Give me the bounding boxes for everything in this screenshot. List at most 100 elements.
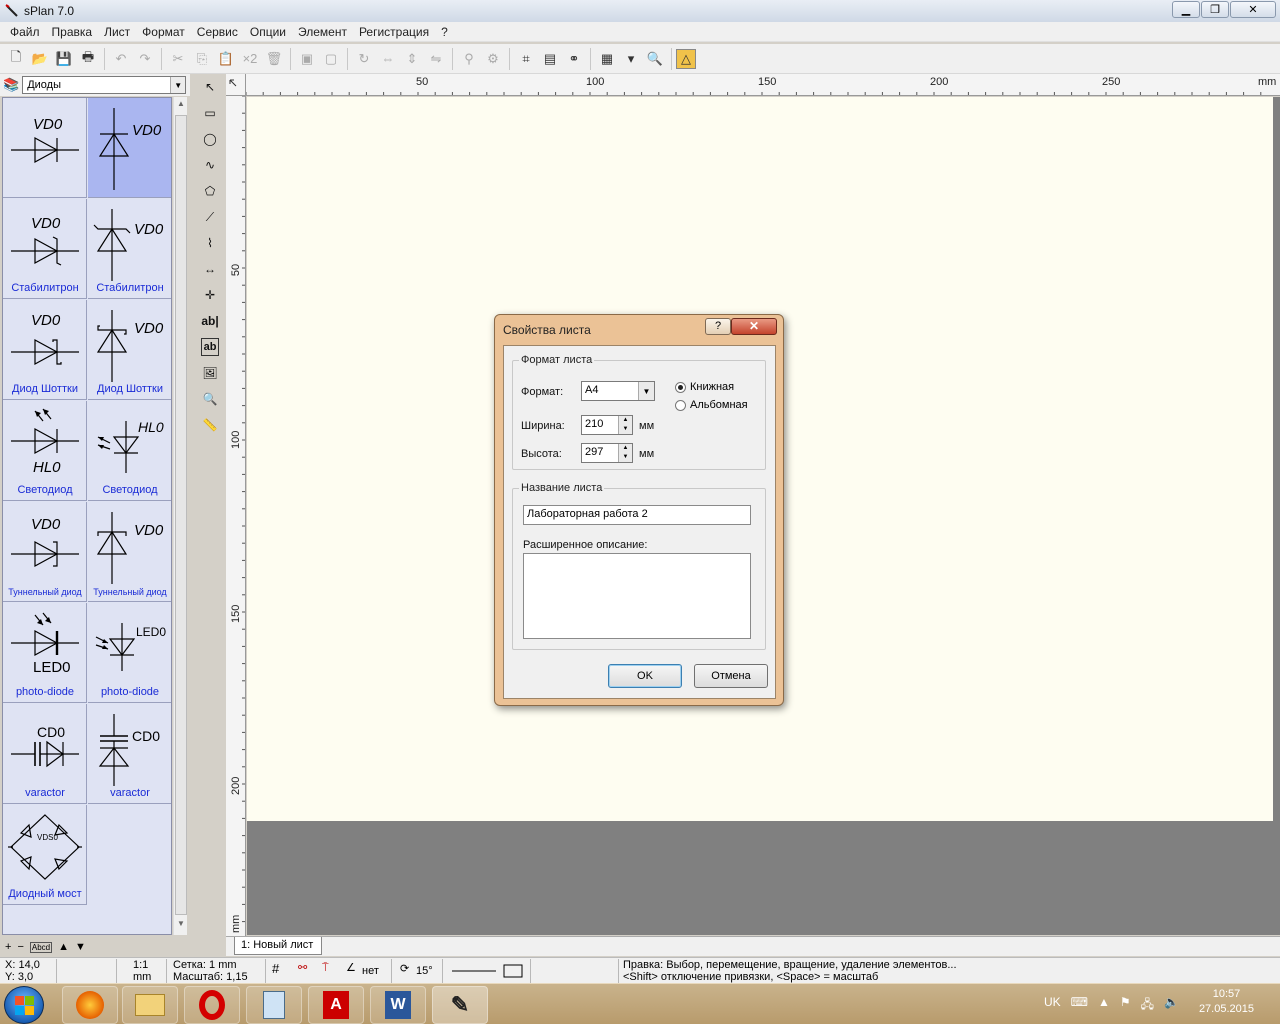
opera-taskbar-icon[interactable] [184,986,240,1024]
snap-icon[interactable]: ⌗ [514,47,538,71]
new-file-icon[interactable]: 🗋 [4,47,28,71]
rectangle-icon[interactable]: ▭ [198,100,222,126]
ok-button[interactable]: OK [608,664,682,688]
grid-toggle-icon[interactable]: # [272,962,279,975]
description-textarea[interactable] [523,553,751,639]
start-button[interactable] [4,986,44,1024]
spin-arrows-icon[interactable]: ▲ ▼ [618,416,632,434]
add-library-button[interactable]: + [5,941,11,953]
volume-icon[interactable]: 🔈 [1164,995,1179,1016]
menu-file[interactable]: Файл [4,25,46,39]
cancel-button[interactable]: Отмена [694,664,768,688]
scroll-up-icon[interactable]: ▲ [174,99,188,113]
width-input[interactable]: 210 ▲ ▼ [581,415,633,435]
menu-options[interactable]: Опции [244,25,292,39]
rotate-icon[interactable]: ↻ [352,47,376,71]
library-item-diode-vertical[interactable]: VD0 [88,98,171,198]
align-icon[interactable]: ⇋ [424,47,448,71]
zoom-icon[interactable]: 🔍 [198,386,222,412]
move-up-button[interactable]: ▲ [58,941,69,953]
library-item-led-alt[interactable]: HL0 Светодиод [88,401,171,501]
menu-element[interactable]: Элемент [292,25,353,39]
library-item-varactor[interactable]: CD0 varactor [3,704,87,804]
save-icon[interactable]: 💾 [52,47,76,71]
image-icon[interactable]: 🖼 [198,360,222,386]
clock[interactable]: 10:57 27.05.2015 [1199,988,1254,1015]
firefox-taskbar-icon[interactable] [62,986,118,1024]
tray-expand-icon[interactable]: ▲ [1098,995,1110,1016]
format-select[interactable]: A4 ▼ [581,381,655,401]
sheet-tab[interactable]: 1: Новый лист [234,937,323,955]
remove-library-button[interactable]: − [17,941,23,953]
explorer-taskbar-icon[interactable] [122,986,178,1024]
junction-icon[interactable]: ✛ [198,282,222,308]
library-item-diode-bridge[interactable]: VDS0 Диодный мост [3,805,87,905]
sheet-name-input[interactable]: Лабораторная работа 2 [523,505,751,525]
close-window-button[interactable]: ✕ [1230,1,1276,18]
menu-registration[interactable]: Регистрация [353,25,435,39]
print-icon[interactable]: 🖶 [76,47,100,71]
ungroup-icon[interactable]: ⚙ [481,47,505,71]
group-icon[interactable]: ⚲ [457,47,481,71]
library-scrollbar[interactable]: ▲ ▼ [173,97,187,935]
mirror-vertical-icon[interactable]: ⇕ [400,47,424,71]
calculator-taskbar-icon[interactable] [246,986,302,1024]
menu-sheet[interactable]: Лист [98,25,136,39]
text-frame-icon[interactable]: ab [201,338,219,356]
ruler-icon[interactable]: 📏 [198,412,222,438]
angle-snap-value[interactable]: нет [362,966,379,977]
dialog-close-button[interactable]: ✕ [731,318,777,335]
dimension-icon[interactable]: ↔ [198,256,222,282]
landscape-radio[interactable]: Альбомная [675,399,748,411]
library-item-schottky-vertical[interactable]: VD0 Диод Шоттки [88,300,171,400]
menu-help[interactable]: ? [435,25,454,39]
zoom-fit-icon[interactable]: 🔍 [643,47,667,71]
library-select[interactable]: Диоды ▼ [22,76,187,94]
library-item-varactor-vertical[interactable]: CD0 varactor [88,704,171,804]
library-item-zener-vertical[interactable]: VD0 Стабилитрон [88,199,171,299]
word-taskbar-icon[interactable]: W [370,986,426,1024]
keyboard-icon[interactable]: ⌨ [1071,995,1088,1016]
library-item-photodiode[interactable]: LED0 photo-diode [3,603,87,703]
network-icon[interactable]: 🖧 [1141,995,1154,1016]
library-item-schottky[interactable]: VD0 Диод Шоттки [3,300,87,400]
help-button[interactable]: ? [705,318,731,335]
restore-button[interactable]: ❐ [1201,1,1229,18]
cut-icon[interactable]: ✂ [166,47,190,71]
duplicate-icon[interactable]: ×2 [238,47,262,71]
height-input[interactable]: 297 ▲ ▼ [581,443,633,463]
select-arrow-icon[interactable]: ↖ [198,74,222,100]
menu-edit[interactable]: Правка [46,25,99,39]
delete-icon[interactable]: 🗑 [262,47,286,71]
library-item-tunnel-diode-vertical[interactable]: VD0 Туннельный диод [88,502,171,602]
color-icon[interactable]: △ [676,48,696,69]
library-item-tunnel-diode[interactable]: VD0 Туннельный диод [3,502,87,602]
freehand-icon[interactable]: ∿ [198,152,222,178]
bring-front-icon[interactable]: ▣ [295,47,319,71]
zoom-dropdown-icon[interactable]: ▾ [619,47,643,71]
line-icon[interactable]: ⟋ [198,204,222,230]
pin-icon[interactable]: ⍑ [322,963,329,974]
paste-icon[interactable]: 📋 [214,47,238,71]
menu-service[interactable]: Сервис [191,25,244,39]
line-style-icon[interactable] [452,964,528,978]
library-item-photodiode-vertical[interactable]: LED0 photo-diode [88,603,171,703]
rotate-step-value[interactable]: 15° [416,966,433,977]
redo-icon[interactable]: ↷ [133,47,157,71]
acrobat-taskbar-icon[interactable]: A [308,986,364,1024]
library-item-diode[interactable]: VD0 [3,98,87,198]
search-binoculars-icon[interactable]: ⚭ [562,47,586,71]
scroll-thumb[interactable] [175,115,187,915]
parts-list-icon[interactable]: ▤ [538,47,562,71]
rename-library-button[interactable]: Abcd [29,941,53,953]
minimize-button[interactable]: ▁ [1172,1,1200,18]
ellipse-icon[interactable]: ◯ [198,126,222,152]
mirror-horizontal-icon[interactable]: ⇔ [376,47,400,71]
snap-magnet-icon[interactable]: ⚯ [298,963,307,974]
text-icon[interactable]: ab| [198,308,222,334]
move-down-button[interactable]: ▼ [75,941,86,953]
grid-icon[interactable]: ▦ [595,47,619,71]
scroll-down-icon[interactable]: ▼ [174,919,188,933]
bezier-icon[interactable]: ⌇ [198,230,222,256]
library-item-led[interactable]: HL0 Светодиод [3,401,87,501]
